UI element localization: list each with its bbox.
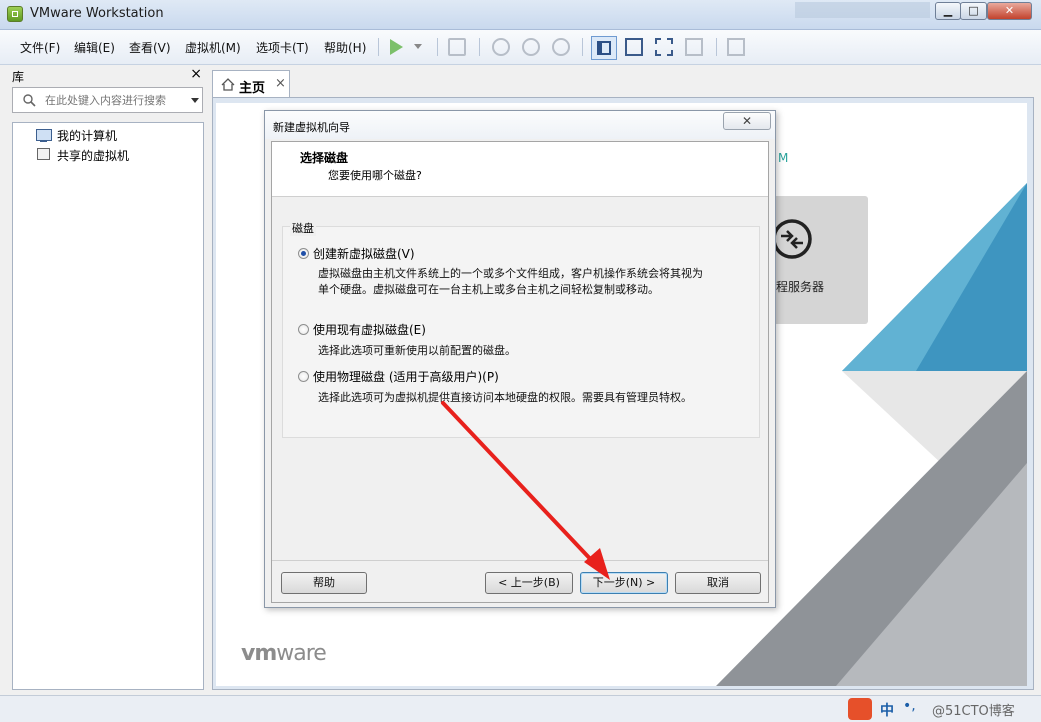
new-vm-wizard-dialog: 新建虚拟机向导 ✕ 选择磁盘 您要使用哪个磁盘? 磁盘 创建新虚拟磁盘(V) 虚… [264,110,776,608]
unity-icon[interactable] [685,38,703,56]
snapshot-manager-icon[interactable] [552,38,570,56]
library-close-icon[interactable]: × [190,66,202,82]
dialog-header: 选择磁盘 您要使用哪个磁盘? [272,142,768,197]
home-partial-letter: M [778,151,789,165]
send-keys-icon[interactable] [448,38,466,56]
library-search-box[interactable] [12,87,203,113]
option-use-existing-disk-desc: 选择此选项可重新使用以前配置的磁盘。 [318,344,516,357]
toolbar-separator [437,38,438,56]
tab-close-icon[interactable]: × [275,76,286,91]
toolbar-separator [582,38,583,56]
dialog-titlebar: 新建虚拟机向导 ✕ [265,111,775,139]
search-input[interactable] [45,92,185,108]
console-view-icon[interactable] [727,38,745,56]
option-use-existing-disk-label[interactable]: 使用现有虚拟磁盘(E) [313,321,426,338]
option-create-new-disk-desc-1: 虚拟磁盘由主机文件系统上的一个或多个文件组成，客户机操作系统会将其视为 [318,267,703,280]
menu-edit[interactable]: 编辑(E) [74,39,115,56]
titlebar-blank-area [795,2,930,18]
ime-mode-label[interactable]: 中 [880,700,894,720]
toolbar-separator [716,38,717,56]
snapshot-icon[interactable] [492,38,510,56]
close-button[interactable]: ✕ [987,2,1032,20]
computer-stand [40,140,47,142]
radio-use-physical-disk[interactable] [298,371,309,382]
option-use-physical-disk-label[interactable]: 使用物理磁盘 (适用于高级用户)(P) [313,368,499,385]
help-button[interactable]: 帮助 [281,572,367,594]
library-title: 库 [12,70,25,84]
revert-snapshot-icon[interactable] [522,38,540,56]
search-dropdown-icon[interactable] [191,98,199,103]
option-create-new-disk-label[interactable]: 创建新虚拟磁盘(V) [313,245,415,262]
dialog-body: 选择磁盘 您要使用哪个磁盘? 磁盘 创建新虚拟磁盘(V) 虚拟磁盘由主机文件系统… [271,141,769,603]
library-header: 库 × [8,66,206,86]
next-button[interactable]: 下一步(N) > [580,572,668,594]
show-library-button[interactable] [591,36,617,60]
tree-item-shared-vms[interactable]: 共享的虚拟机 [57,147,129,164]
option-create-new-disk-desc-2: 单个硬盘。虚拟磁盘可在一台主机上或多台主机之间轻松复制或移动。 [318,283,659,296]
menu-tabs[interactable]: 选项卡(T) [256,39,309,56]
fullscreen-icon[interactable] [655,38,673,56]
menu-help[interactable]: 帮助(H) [324,39,366,56]
tab-home[interactable]: 主页 × [212,70,290,98]
toolbar-separator [378,38,379,56]
search-icon [23,94,36,107]
cancel-button[interactable]: 取消 [675,572,761,594]
sogou-ime-icon[interactable] [848,698,872,720]
vmware-app-icon [7,6,23,22]
menu-vm[interactable]: 虚拟机(M) [185,39,241,56]
menu-view[interactable]: 查看(V) [129,39,171,56]
option-use-physical-disk-desc: 选择此选项可为虚拟机提供直接访问本地硬盘的权限。需要具有管理员特权。 [318,391,692,404]
radio-create-new-disk[interactable] [298,248,309,259]
toolbar-separator [479,38,480,56]
dialog-footer-divider [272,560,768,561]
home-icon [221,78,235,91]
dialog-title: 新建虚拟机向导 [273,121,350,134]
dialog-heading: 选择磁盘 [300,151,349,165]
dialog-subheading: 您要使用哪个磁盘? [328,169,422,182]
connect-remote-server-card[interactable]: 远程服务器 [764,196,868,324]
ime-punct-icon[interactable]: •, [903,698,916,714]
disk-group-label: 磁盘 [290,220,316,236]
library-tree: 我的计算机 共享的虚拟机 [12,122,204,690]
dialog-close-button[interactable]: ✕ [723,112,771,130]
power-on-icon[interactable] [390,39,403,55]
minimize-button[interactable]: ▁ [935,2,961,20]
menu-toolbar: 文件(F) 编辑(E) 查看(V) 虚拟机(M) 选项卡(T) 帮助(H) [0,30,1041,65]
radio-use-existing-disk[interactable] [298,324,309,335]
shared-vm-icon [37,148,50,160]
title-bar: VMware Workstation ▁ □ ✕ [0,0,1041,30]
vmware-logo: vmware [241,641,327,666]
window-title: VMware Workstation [30,6,164,21]
chevron-down-icon[interactable] [414,44,422,49]
thumbnail-bar-icon[interactable] [625,38,643,56]
tab-home-label: 主页 [239,81,266,96]
menu-file[interactable]: 文件(F) [20,39,60,56]
maximize-button[interactable]: □ [960,2,987,20]
watermark: @51CTO博客 [932,704,1015,719]
status-bar: 中 •, [0,695,1041,722]
back-button[interactable]: < 上一步(B) [485,572,573,594]
tree-item-my-computer[interactable]: 我的计算机 [57,127,117,144]
